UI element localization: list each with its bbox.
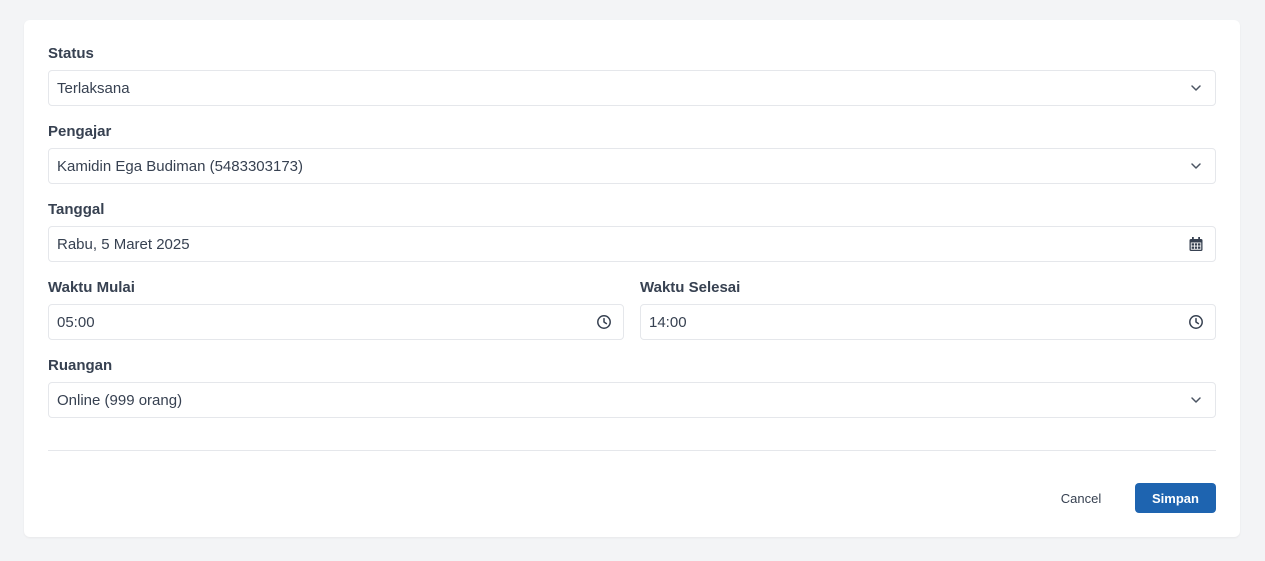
waktu-mulai-time-input[interactable]: 05:00 [48, 304, 624, 340]
save-button[interactable]: Simpan [1135, 483, 1216, 513]
clock-icon[interactable] [1187, 313, 1205, 331]
tanggal-label: Tanggal [48, 201, 105, 218]
waktu-selesai-value: 14:00 [649, 313, 687, 331]
status-value: Terlaksana [57, 79, 130, 97]
form-card: Status Terlaksana Pengajar Kamidin Ega B… [24, 20, 1240, 537]
ruangan-label: Ruangan [48, 357, 113, 374]
tanggal-date-input[interactable]: Rabu, 5 Maret 2025 [48, 226, 1216, 262]
calendar-icon[interactable] [1187, 235, 1205, 253]
waktu-mulai-value: 05:00 [57, 313, 95, 331]
waktu-mulai-label: Waktu Mulai [48, 279, 135, 296]
chevron-down-icon [1187, 157, 1205, 175]
tanggal-value: Rabu, 5 Maret 2025 [57, 235, 190, 253]
chevron-down-icon [1187, 391, 1205, 409]
form-divider [48, 450, 1216, 451]
status-select[interactable]: Terlaksana [48, 70, 1216, 106]
waktu-selesai-label: Waktu Selesai [640, 279, 741, 296]
ruangan-select[interactable]: Online (999 orang) [48, 382, 1216, 418]
ruangan-value: Online (999 orang) [57, 391, 183, 409]
pengajar-select[interactable]: Kamidin Ega Budiman (5483303173) [48, 148, 1216, 184]
pengajar-label: Pengajar [48, 123, 112, 140]
status-label: Status [48, 45, 94, 62]
chevron-down-icon [1187, 79, 1205, 97]
waktu-selesai-time-input[interactable]: 14:00 [640, 304, 1216, 340]
clock-icon[interactable] [595, 313, 613, 331]
pengajar-value: Kamidin Ega Budiman (5483303173) [57, 157, 303, 175]
cancel-button[interactable]: Cancel [1050, 483, 1112, 513]
